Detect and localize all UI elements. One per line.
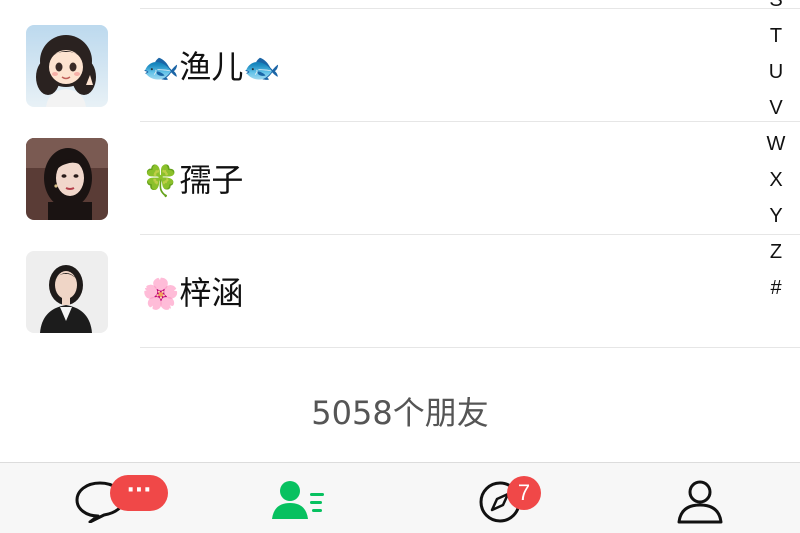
avatar[interactable] xyxy=(26,25,108,107)
contact-row[interactable]: 🍀孺子 xyxy=(0,122,800,235)
tab-me[interactable] xyxy=(600,463,800,533)
friend-count: 5058个朋友 xyxy=(311,394,489,432)
tab-discover[interactable] xyxy=(400,463,600,533)
index-letter-t[interactable]: T xyxy=(760,18,792,54)
alphabet-index[interactable]: S T U V W X Y Z # xyxy=(760,0,792,306)
contact-name: 🍀孺子 xyxy=(142,161,244,199)
contacts-icon xyxy=(272,479,328,527)
avatar[interactable] xyxy=(26,138,108,220)
chats-unread-badge: ··· xyxy=(110,475,168,511)
contact-name: 🐟渔儿🐟 xyxy=(142,48,281,86)
discover-unread-badge: 7 xyxy=(507,476,541,510)
index-letter-v[interactable]: V xyxy=(760,90,792,126)
contact-row[interactable]: 🌸梓涵 xyxy=(0,235,800,348)
person-icon xyxy=(675,479,725,529)
avatar[interactable] xyxy=(26,251,108,333)
index-letter-s[interactable]: S xyxy=(760,0,792,18)
index-letter-y[interactable]: Y xyxy=(760,198,792,234)
tab-chats[interactable] xyxy=(0,463,200,533)
contact-row[interactable]: 🐟渔儿🐟 xyxy=(0,9,800,122)
index-letter-x[interactable]: X xyxy=(760,162,792,198)
index-letter-z[interactable]: Z xyxy=(760,234,792,270)
index-letter-w[interactable]: W xyxy=(760,126,792,162)
index-letter-u[interactable]: U xyxy=(760,54,792,90)
contact-name: 🌸梓涵 xyxy=(142,274,244,312)
index-letter-hash[interactable]: # xyxy=(760,270,792,306)
tab-contacts[interactable] xyxy=(200,463,400,533)
divider xyxy=(140,347,800,348)
contacts-screen: 🐟渔儿🐟 🍀孺子 🌸梓涵 S T U V W X Y Z # 5058个朋友 ·… xyxy=(0,0,800,533)
